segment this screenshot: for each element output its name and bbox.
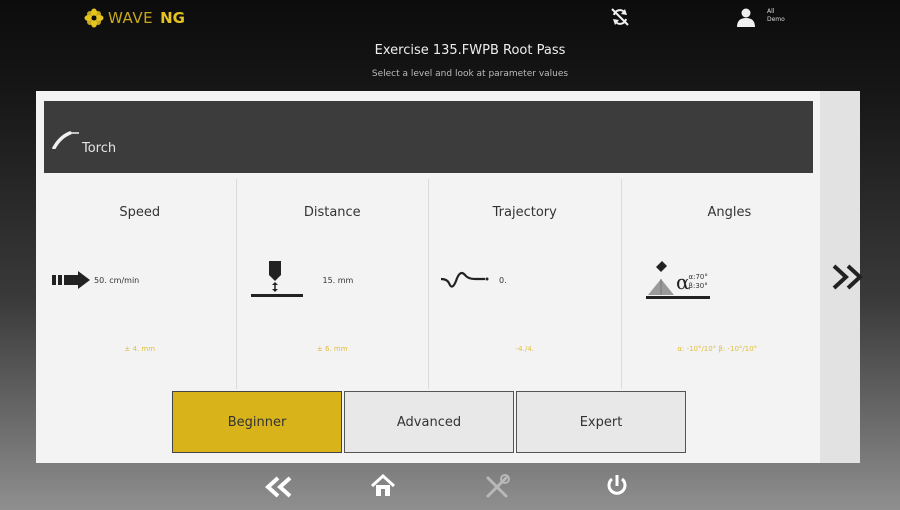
param-value: 0. — [499, 276, 507, 285]
param-angle-values: α:70° β:30° — [689, 273, 708, 291]
param-range: ± 4. mm — [124, 345, 156, 353]
double-chevron-left-icon[interactable] — [264, 476, 294, 498]
page-subtitle: Select a level and look at parameter val… — [371, 69, 569, 79]
param-title: Speed — [119, 205, 161, 220]
param-distance[interactable]: Distance 15. mm ± 6. mm — [237, 179, 429, 389]
home-icon[interactable] — [370, 474, 396, 498]
param-value: 50. cm/min — [94, 276, 140, 285]
section-label: Torch — [82, 141, 117, 156]
trajectory-icon — [440, 271, 489, 288]
beta-value: β:30° — [688, 282, 708, 290]
param-trajectory[interactable]: Trajectory 0. -4./4. — [429, 179, 622, 389]
alpha-value: α:70° — [688, 273, 708, 281]
page-title: Exercise 135.FWPB Root Pass — [374, 43, 566, 58]
sync-off-icon[interactable] — [609, 6, 631, 28]
logo-ng-text: NG — [160, 9, 185, 27]
param-range: ± 6. mm — [316, 345, 348, 353]
level-selector: Beginner Advanced Expert — [172, 391, 688, 453]
level-advanced-button[interactable]: Advanced — [344, 391, 514, 453]
double-chevron-right-icon[interactable] — [830, 262, 866, 292]
app-logo: WAVE NG — [84, 8, 185, 28]
user-line-2: Demo — [767, 16, 785, 23]
tools-icon[interactable] — [484, 474, 510, 500]
user-icon[interactable] — [736, 7, 756, 27]
top-bar: WAVE NG All Demo Exercise 135.FWPB Root P… — [0, 0, 900, 90]
section-header-torch: Torch — [44, 101, 813, 173]
main-panel: Torch Speed 50. cm/min ± 4. mm Distance — [36, 91, 820, 463]
param-title: Trajectory — [492, 205, 557, 220]
bottom-nav — [0, 466, 900, 510]
logo-wave-text: WAVE — [108, 9, 154, 27]
param-value: 15. mm — [322, 276, 354, 285]
torch-icon — [52, 131, 79, 149]
param-title: Distance — [303, 205, 361, 220]
param-range: α: -10°/10° β: -10°/10° — [677, 345, 758, 353]
level-beginner-button[interactable]: Beginner — [172, 391, 342, 453]
flower-logo-icon — [84, 8, 104, 28]
parameters-row: Speed 50. cm/min ± 4. mm Distance 15. mm — [44, 179, 813, 389]
distance-icon — [250, 261, 303, 297]
svg-text:α: α — [676, 270, 690, 294]
user-line-1: All — [767, 8, 775, 15]
param-speed[interactable]: Speed 50. cm/min ± 4. mm — [44, 179, 237, 389]
power-icon[interactable] — [605, 473, 629, 499]
param-range: -4./4. — [515, 345, 534, 353]
param-title: Angles — [707, 205, 752, 220]
param-angles[interactable]: Angles α α:70° β:30° α: -10°/10° β: -10°… — [622, 179, 814, 389]
level-expert-button[interactable]: Expert — [516, 391, 686, 453]
user-label: All Demo — [767, 8, 785, 24]
